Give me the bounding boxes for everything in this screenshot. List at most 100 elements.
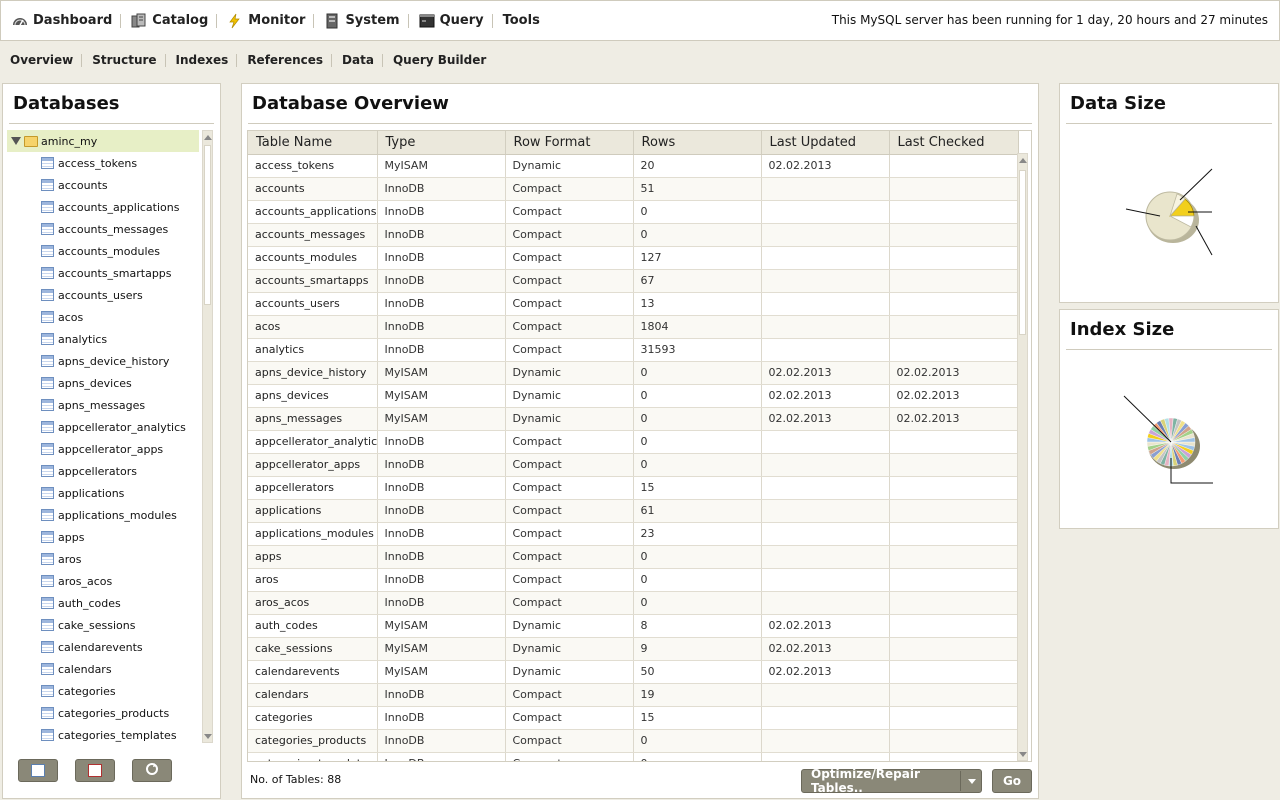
delete-table-button[interactable] bbox=[75, 759, 115, 782]
tree-item[interactable]: apns_devices bbox=[7, 372, 213, 394]
tree-item[interactable]: accounts_applications bbox=[7, 196, 213, 218]
tab-structure[interactable]: Structure bbox=[82, 53, 164, 67]
tree-scrollbar[interactable] bbox=[202, 130, 213, 743]
refresh-button[interactable] bbox=[132, 759, 172, 782]
nav-catalog[interactable]: Catalog bbox=[121, 1, 216, 41]
cell-last-updated: 02.02.2013 bbox=[761, 384, 890, 408]
tab-data[interactable]: Data bbox=[332, 53, 382, 67]
table-row[interactable]: accounts_applications InnoDB Compact 0 bbox=[248, 200, 1019, 224]
table-row[interactable]: access_tokens MyISAM Dynamic 20 02.02.2013 bbox=[248, 154, 1019, 178]
tab-indexes[interactable]: Indexes bbox=[166, 53, 237, 67]
tree-item[interactable]: accounts_users bbox=[7, 284, 213, 306]
tree-item[interactable]: appcellerators bbox=[7, 460, 213, 482]
table-row[interactable]: apns_device_history MyISAM Dynamic 0 02.02.2… bbox=[248, 361, 1019, 385]
table-row[interactable]: apps InnoDB Compact 0 bbox=[248, 545, 1019, 569]
table-row[interactable]: categories_templatesInnoDBCompact0 bbox=[248, 752, 1019, 761]
tree-root-database[interactable]: aminc_my bbox=[7, 130, 199, 152]
column-header-row-format[interactable]: Row Format bbox=[505, 131, 634, 155]
table-row[interactable]: appcellerator_analytics InnoDB Compact 0 bbox=[248, 430, 1019, 454]
tree-item[interactable]: categories bbox=[7, 680, 213, 702]
tree-item[interactable]: applications_modules bbox=[7, 504, 213, 526]
table-row[interactable]: aros InnoDB Compact 0 bbox=[248, 568, 1019, 592]
tree-item[interactable]: accounts_messages bbox=[7, 218, 213, 240]
tree-item[interactable]: categories_products bbox=[7, 702, 213, 724]
column-header-last-updated[interactable]: Last Updated bbox=[761, 131, 890, 155]
tree-item[interactable]: accounts bbox=[7, 174, 213, 196]
table-row[interactable]: accounts_modules InnoDB Compact 127 bbox=[248, 246, 1019, 270]
tree-item[interactable]: apps bbox=[7, 526, 213, 548]
cell-rows: 9 bbox=[633, 637, 762, 661]
table-row[interactable]: applications InnoDB Compact 61 bbox=[248, 499, 1019, 523]
nav-dashboard[interactable]: Dashboard bbox=[1, 1, 120, 41]
cell-table-name: aros_acos bbox=[248, 591, 378, 615]
table-row[interactable]: aros_acos InnoDB Compact 0 bbox=[248, 591, 1019, 615]
add-table-button[interactable] bbox=[18, 759, 58, 782]
lightning-icon bbox=[227, 13, 243, 29]
cell-last-updated bbox=[761, 568, 890, 592]
scrollbar-thumb[interactable] bbox=[1019, 170, 1026, 335]
tree-item[interactable]: categories_templates bbox=[7, 724, 213, 744]
cell-rows: 13 bbox=[633, 292, 762, 316]
tree-item[interactable]: acos bbox=[7, 306, 213, 328]
table-row[interactable]: acos InnoDB Compact 1804 bbox=[248, 315, 1019, 339]
tree-item[interactable]: aros_acos bbox=[7, 570, 213, 592]
tree-item[interactable]: apns_device_history bbox=[7, 350, 213, 372]
scroll-up-arrow-icon[interactable] bbox=[1019, 158, 1027, 163]
column-header-type[interactable]: Type bbox=[377, 131, 506, 155]
tab-query-builder[interactable]: Query Builder bbox=[383, 53, 494, 67]
tree-item[interactable]: appcellerator_analytics bbox=[7, 416, 213, 438]
tree-item[interactable]: apns_messages bbox=[7, 394, 213, 416]
nav-system[interactable]: System bbox=[314, 1, 407, 41]
table-row[interactable]: cake_sessions MyISAM Dynamic 9 02.02.2013 bbox=[248, 637, 1019, 661]
table-row[interactable]: accounts_messages InnoDB Compact 0 bbox=[248, 223, 1019, 247]
cell-rows: 8 bbox=[633, 614, 762, 638]
table-row[interactable]: accounts_users InnoDB Compact 13 bbox=[248, 292, 1019, 316]
tab-overview[interactable]: Overview bbox=[0, 53, 81, 67]
go-button[interactable]: Go bbox=[992, 769, 1032, 793]
table-row[interactable]: analytics InnoDB Compact 31593 bbox=[248, 338, 1019, 362]
table-scrollbar[interactable] bbox=[1017, 153, 1028, 761]
tree-item[interactable]: access_tokens bbox=[7, 152, 213, 174]
column-header-rows[interactable]: Rows bbox=[633, 131, 762, 155]
table-row[interactable]: apns_devices MyISAM Dynamic 0 02.02.2013 02.0… bbox=[248, 384, 1019, 408]
chevron-down-icon[interactable] bbox=[968, 778, 976, 784]
scrollbar-thumb[interactable] bbox=[204, 145, 211, 305]
column-header-table-name[interactable]: Table Name bbox=[248, 131, 378, 155]
table-row[interactable]: categories_products InnoDB Compact 0 bbox=[248, 729, 1019, 753]
optimize-repair-button[interactable]: Optimize/Repair Tables.. bbox=[801, 767, 982, 795]
cell-last-checked bbox=[889, 637, 1019, 661]
table-row[interactable]: accounts_smartapps InnoDB Compact 67 bbox=[248, 269, 1019, 293]
tree-item[interactable]: appcellerator_apps bbox=[7, 438, 213, 460]
tree-item[interactable]: analytics bbox=[7, 328, 213, 350]
scroll-down-arrow-icon[interactable] bbox=[204, 734, 212, 739]
expand-triangle-icon[interactable] bbox=[11, 137, 21, 145]
scroll-up-arrow-icon[interactable] bbox=[204, 135, 212, 140]
table-row[interactable]: appcellerator_apps InnoDB Compact 0 bbox=[248, 453, 1019, 477]
table-row[interactable]: accounts InnoDB Compact 51 bbox=[248, 177, 1019, 201]
tree-item[interactable]: calendars bbox=[7, 658, 213, 680]
column-header-last-checked[interactable]: Last Checked bbox=[889, 131, 1019, 155]
table-row[interactable]: apns_messages MyISAM Dynamic 0 02.02.2013 02.… bbox=[248, 407, 1019, 431]
table-row[interactable]: calendars InnoDB Compact 19 bbox=[248, 683, 1019, 707]
tree-item[interactable]: cake_sessions bbox=[7, 614, 213, 636]
cell-table-name: aros bbox=[248, 568, 378, 592]
tab-references[interactable]: References bbox=[237, 53, 331, 67]
table-row[interactable]: categories InnoDB Compact 15 bbox=[248, 706, 1019, 730]
tree-item[interactable]: auth_codes bbox=[7, 592, 213, 614]
table-row[interactable]: calendarevents MyISAM Dynamic 50 02.02.2013 bbox=[248, 660, 1019, 684]
tree-item[interactable]: applications bbox=[7, 482, 213, 504]
tree-item-label: appcellerator_apps bbox=[58, 442, 164, 456]
cell-last-checked bbox=[889, 338, 1019, 362]
table-row[interactable]: auth_codes MyISAM Dynamic 8 02.02.2013 bbox=[248, 614, 1019, 638]
tree-item[interactable]: accounts_modules bbox=[7, 240, 213, 262]
tree-item[interactable]: accounts_smartapps bbox=[7, 262, 213, 284]
tree-item[interactable]: aros bbox=[7, 548, 213, 570]
cell-type: InnoDB bbox=[377, 269, 506, 293]
nav-query[interactable]: Query bbox=[409, 1, 492, 41]
table-row[interactable]: applications_modules InnoDB Compact 23 bbox=[248, 522, 1019, 546]
scroll-down-arrow-icon[interactable] bbox=[1019, 752, 1027, 757]
table-row[interactable]: appcellerators InnoDB Compact 15 bbox=[248, 476, 1019, 500]
nav-tools[interactable]: Tools bbox=[493, 1, 548, 41]
nav-monitor[interactable]: Monitor bbox=[217, 1, 313, 41]
tree-item[interactable]: calendarevents bbox=[7, 636, 213, 658]
